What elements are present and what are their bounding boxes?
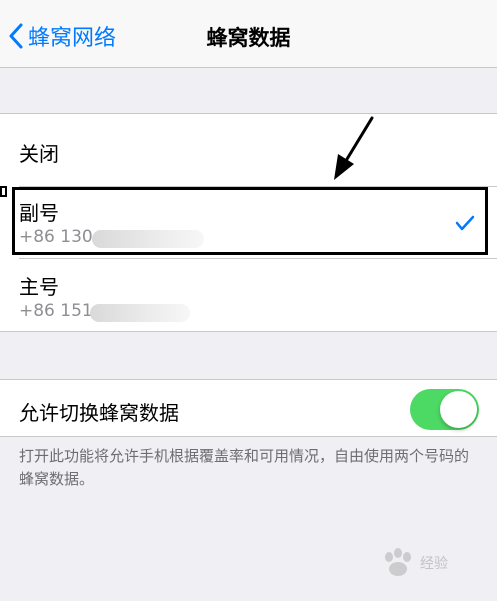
annotation-marker xyxy=(0,186,7,197)
option-off-row[interactable]: 关闭 xyxy=(0,114,497,186)
redacted-number-blur xyxy=(90,304,190,322)
baidu-watermark: 经验 xyxy=(380,548,448,578)
toggle-knob xyxy=(440,391,477,428)
option-primary-number: +86 151 xyxy=(19,301,93,321)
switching-footer-text: 打开此功能将允许手机根据覆盖率和可用情况，自由使用两个号码的蜂窝数据。 xyxy=(19,447,470,488)
arrow-annotation-icon xyxy=(334,116,374,180)
option-off-label: 关闭 xyxy=(19,142,59,166)
selection-highlight-box xyxy=(12,187,488,255)
page-title: 蜂窝数据 xyxy=(206,26,291,50)
navigation-bar: 蜂窝网络 蜂窝数据 xyxy=(0,0,497,68)
option-primary-row[interactable]: 主号 +86 151 xyxy=(0,259,497,331)
allow-switching-label: 允许切换蜂窝数据 xyxy=(19,401,179,425)
option-primary-label: 主号 xyxy=(19,275,59,299)
allow-switching-toggle[interactable] xyxy=(410,389,479,430)
paw-logo-icon xyxy=(385,548,411,576)
watermark-text: 经验 xyxy=(420,556,448,572)
